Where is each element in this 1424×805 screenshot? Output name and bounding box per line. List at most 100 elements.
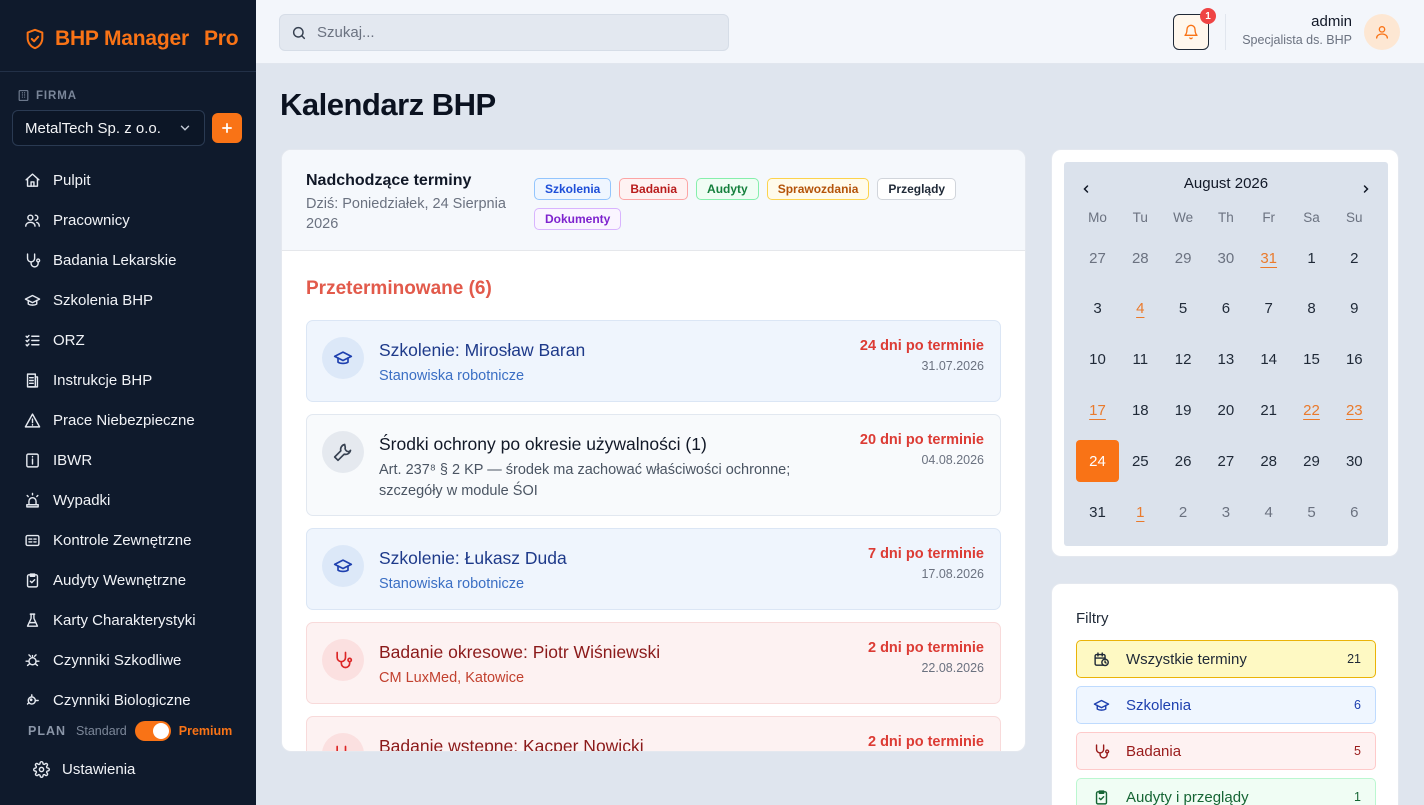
home-icon: [25, 172, 40, 187]
app-badge: Pro: [203, 27, 239, 50]
calendar-day[interactable]: 31: [1247, 237, 1290, 279]
calendar-day[interactable]: 4: [1247, 491, 1290, 533]
app-logo[interactable]: BHP Manager Pro: [24, 27, 239, 51]
info-icon: [26, 452, 39, 468]
tag-audyty[interactable]: Audyty: [696, 178, 759, 200]
sidebar-item-pulpit[interactable]: Pulpit: [0, 160, 256, 200]
tag-dokumenty[interactable]: Dokumenty: [534, 208, 622, 230]
sidebar-item-szkolenia-bhp[interactable]: Szkolenia BHP: [0, 280, 256, 320]
search-icon: [292, 26, 306, 39]
calendar-day[interactable]: 6: [1204, 288, 1247, 330]
calendar-day[interactable]: 21: [1247, 389, 1290, 431]
calendar-day[interactable]: 14: [1247, 339, 1290, 381]
sidebar-item-orz[interactable]: ORZ: [0, 320, 256, 360]
calendar-day[interactable]: 28: [1247, 440, 1290, 482]
plan-premium-label[interactable]: Premium: [179, 724, 233, 738]
calendar-day[interactable]: 30: [1204, 237, 1247, 279]
calendar-day[interactable]: 11: [1119, 339, 1162, 381]
calendar-day[interactable]: 12: [1162, 339, 1205, 381]
calendar-day[interactable]: 5: [1290, 491, 1333, 533]
next-month-button[interactable]: [1360, 183, 1372, 195]
filter-audyty-i-przeglądy[interactable]: Audyty i przeglądy 1: [1076, 778, 1376, 805]
calendar-day[interactable]: 2: [1162, 491, 1205, 533]
filters-card: Filtry Wszystkie terminy 21 Szkolenia 6 Bada…: [1051, 583, 1399, 805]
company-select[interactable]: MetalTech Sp. z o.o.: [12, 110, 205, 146]
deadline-item[interactable]: Badanie wstępne: Kacper Nowicki 2 dni po …: [306, 716, 1001, 751]
calendar-day[interactable]: 3: [1076, 288, 1119, 330]
deadline-item[interactable]: Środki ochrony po okresie używalności (1…: [306, 414, 1001, 516]
deadline-item[interactable]: Szkolenie: Łukasz Duda Stanowiska robotni…: [306, 528, 1001, 610]
avatar[interactable]: [1364, 14, 1400, 50]
calendar-day[interactable]: 22: [1290, 389, 1333, 431]
calendar-day[interactable]: 2: [1333, 237, 1376, 279]
sidebar-item-prace-niebezpieczne[interactable]: Prace Niebezpieczne: [0, 400, 256, 440]
sidebar-item-label: ORZ: [53, 331, 85, 349]
calendar-day[interactable]: 28: [1119, 237, 1162, 279]
divider: [1225, 14, 1226, 50]
sidebar-item-czynniki-szkodliwe[interactable]: Czynniki Szkodliwe: [0, 640, 256, 680]
calendar-day[interactable]: 5: [1162, 288, 1205, 330]
tag-przeglądy[interactable]: Przeglądy: [877, 178, 957, 200]
filter-wszystkie-terminy[interactable]: Wszystkie terminy 21: [1076, 640, 1376, 678]
sidebar-item-label: Pulpit: [53, 171, 91, 189]
filter-badania[interactable]: Badania 5: [1076, 732, 1376, 770]
calendar-day-today[interactable]: 24: [1076, 440, 1119, 483]
calendar-day[interactable]: 26: [1162, 440, 1205, 482]
document-icon: [26, 372, 39, 388]
calendar-day[interactable]: 27: [1204, 440, 1247, 482]
settings-link[interactable]: Ustawienia: [33, 761, 135, 778]
deadline-item[interactable]: Badanie okresowe: Piotr Wiśniewski CM Lux…: [306, 622, 1001, 704]
calendar-day[interactable]: 25: [1119, 440, 1162, 482]
deadline-item[interactable]: Szkolenie: Mirosław Baran Stanowiska robo…: [306, 320, 1001, 402]
sidebar-item-czynniki-biologiczne[interactable]: Czynniki Biologiczne: [0, 680, 256, 707]
microbe-icon: [26, 693, 39, 705]
calendar-day[interactable]: 19: [1162, 389, 1205, 431]
calendar-day[interactable]: 27: [1076, 237, 1119, 279]
calendar-day[interactable]: 6: [1333, 491, 1376, 533]
calendar-day[interactable]: 13: [1204, 339, 1247, 381]
search-input[interactable]: [317, 24, 697, 41]
calendar-day[interactable]: 3: [1204, 491, 1247, 533]
tag-szkolenia[interactable]: Szkolenia: [534, 178, 612, 200]
calendar-day[interactable]: 31: [1076, 491, 1119, 533]
calendar-day[interactable]: 9: [1333, 288, 1376, 330]
add-company-button[interactable]: [212, 113, 242, 143]
plan-toggle[interactable]: [134, 721, 171, 741]
notifications-button[interactable]: 1: [1173, 8, 1216, 50]
calendar-day[interactable]: 7: [1247, 288, 1290, 330]
filter-label: Audyty i przeglądy: [1126, 788, 1249, 805]
tag-badania[interactable]: Badania: [619, 178, 689, 200]
sidebar-item-badania-lekarskie[interactable]: Badania Lekarskie: [0, 240, 256, 280]
calendar-day[interactable]: 17: [1076, 389, 1119, 431]
tag-sprawozdania[interactable]: Sprawozdania: [766, 178, 870, 200]
sidebar-item-kontrole-zewnętrzne[interactable]: Kontrole Zewnętrzne: [0, 520, 256, 560]
calendar-day[interactable]: 29: [1162, 237, 1205, 279]
search-box[interactable]: [279, 14, 729, 51]
deadline-icon: [322, 733, 364, 751]
sidebar-item-audyty-wewnętrzne[interactable]: Audyty Wewnętrzne: [0, 560, 256, 600]
sidebar-item-instrukcje-bhp[interactable]: Instrukcje BHP: [0, 360, 256, 400]
sidebar-item-karty-charakterystyki[interactable]: Karty Charakterystyki: [0, 600, 256, 640]
filter-label: Szkolenia: [1126, 696, 1192, 714]
deadline-title: Badanie okresowe: Piotr Wiśniewski: [379, 642, 661, 662]
calendar-day[interactable]: 30: [1333, 440, 1376, 482]
sidebar-item-wypadki[interactable]: Wypadki: [0, 480, 256, 520]
calendar-day[interactable]: 10: [1076, 339, 1119, 381]
calendar-day[interactable]: 8: [1290, 288, 1333, 330]
calendar-day[interactable]: 23: [1333, 389, 1376, 431]
calendar-day[interactable]: 15: [1290, 339, 1333, 381]
calendar-day[interactable]: 18: [1119, 389, 1162, 431]
calendar-day[interactable]: 20: [1204, 389, 1247, 431]
weekday-label: Su: [1346, 210, 1363, 225]
sidebar-item-ibwr[interactable]: IBWR: [0, 440, 256, 480]
calendar-day[interactable]: 16: [1333, 339, 1376, 381]
calendar-day[interactable]: 1: [1119, 491, 1162, 533]
plan-standard-label[interactable]: Standard: [76, 724, 127, 738]
weekday-label: We: [1173, 210, 1194, 225]
filter-szkolenia[interactable]: Szkolenia 6: [1076, 686, 1376, 724]
sidebar-item-pracownicy[interactable]: Pracownicy: [0, 200, 256, 240]
calendar-day[interactable]: 1: [1290, 237, 1333, 279]
calendar-day[interactable]: 4: [1119, 288, 1162, 330]
calendar-day[interactable]: 29: [1290, 440, 1333, 482]
deadline-overdue: 2 dni po terminie: [867, 640, 984, 656]
